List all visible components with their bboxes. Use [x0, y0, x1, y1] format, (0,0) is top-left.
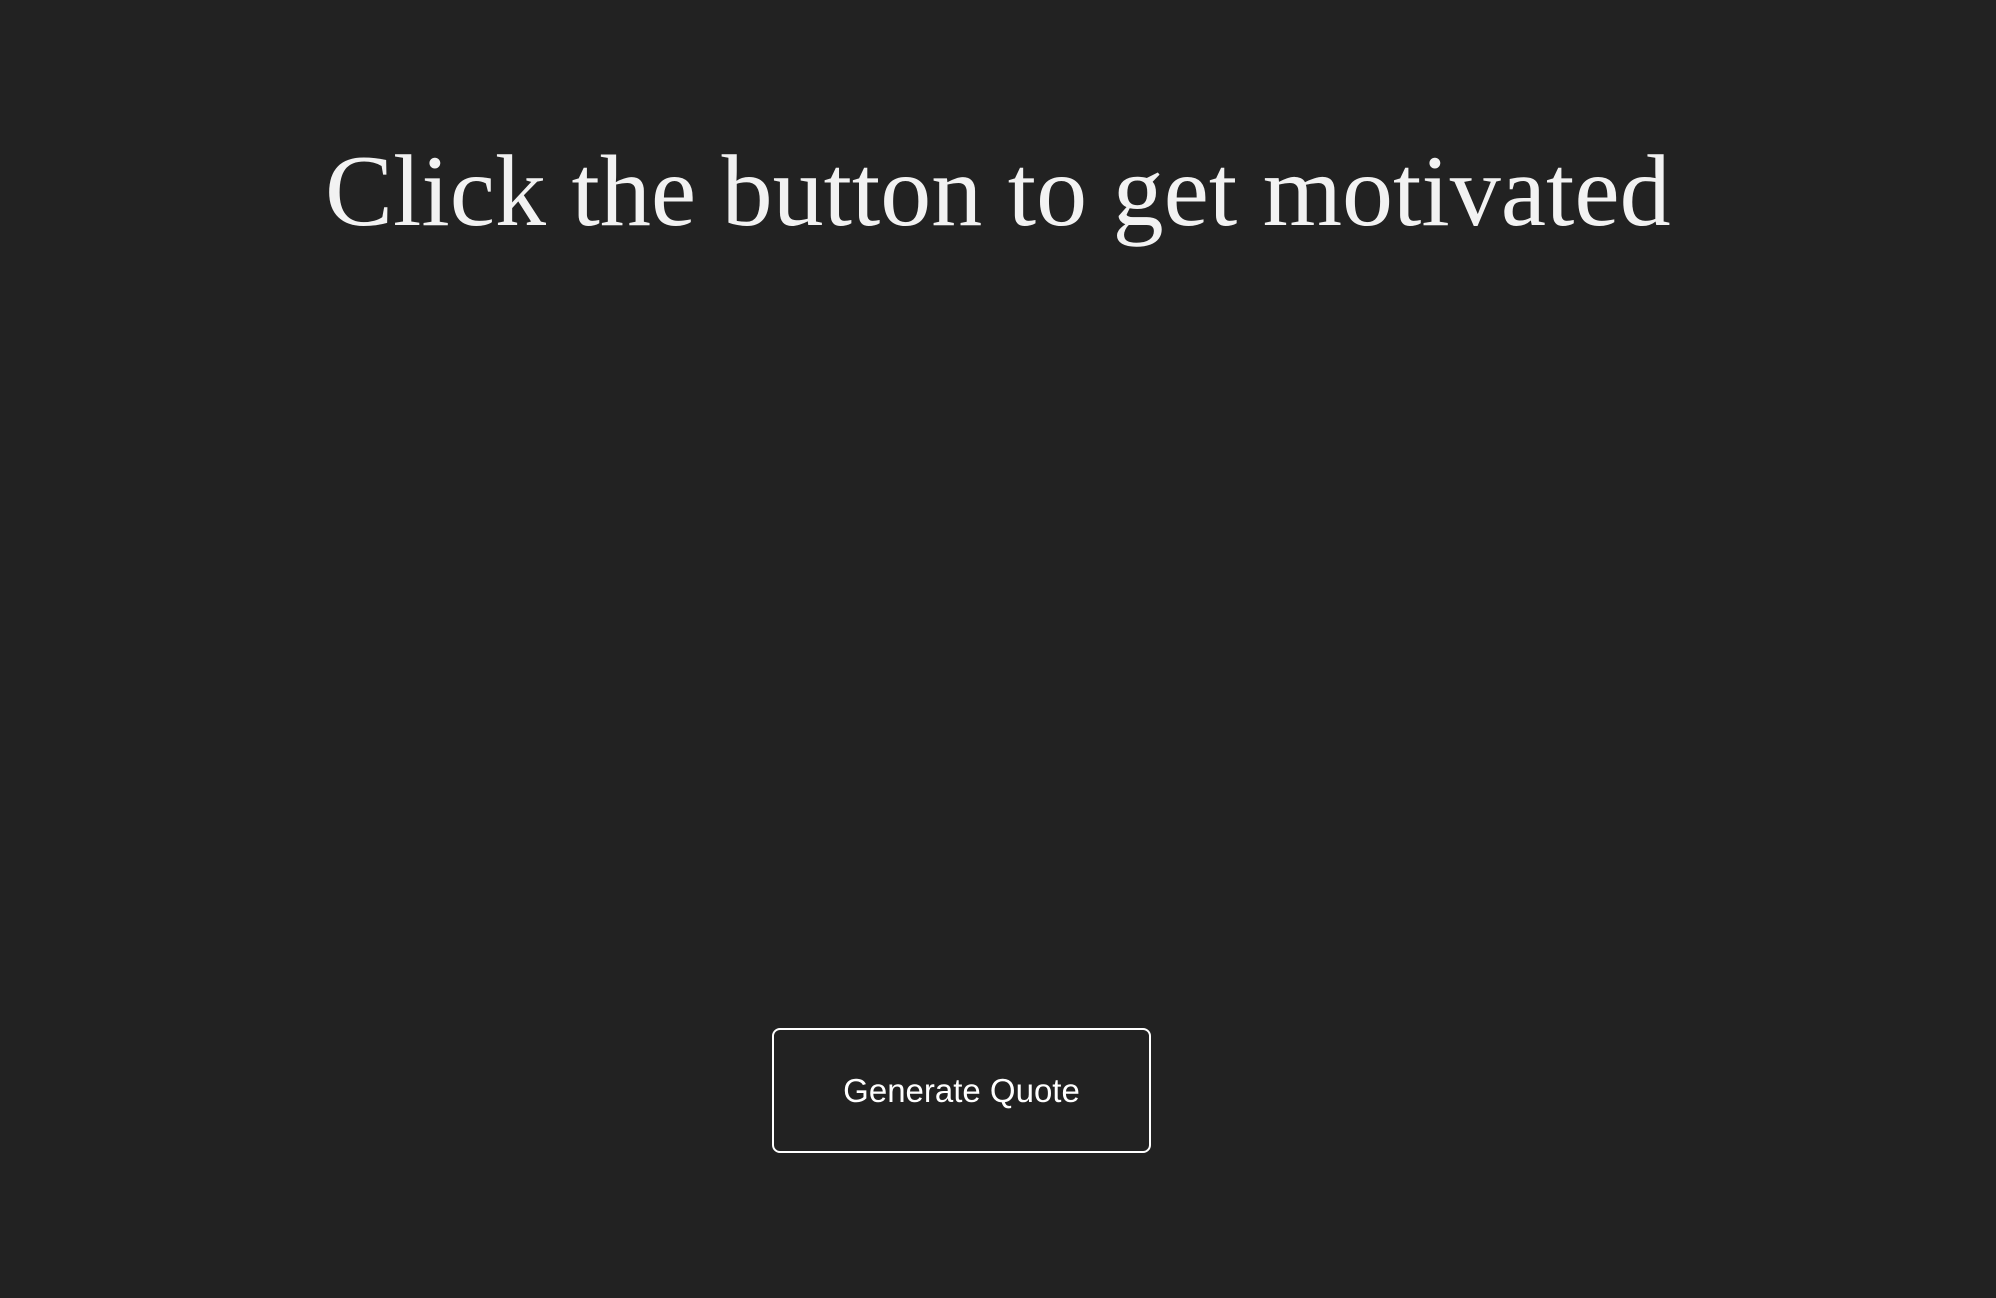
- generate-quote-button[interactable]: Generate Quote: [772, 1028, 1151, 1153]
- page-title: Click the button to get motivated: [325, 135, 1671, 248]
- quote-generator-page: Click the button to get motivated Genera…: [0, 0, 1996, 1298]
- quote-display: [325, 300, 1625, 940]
